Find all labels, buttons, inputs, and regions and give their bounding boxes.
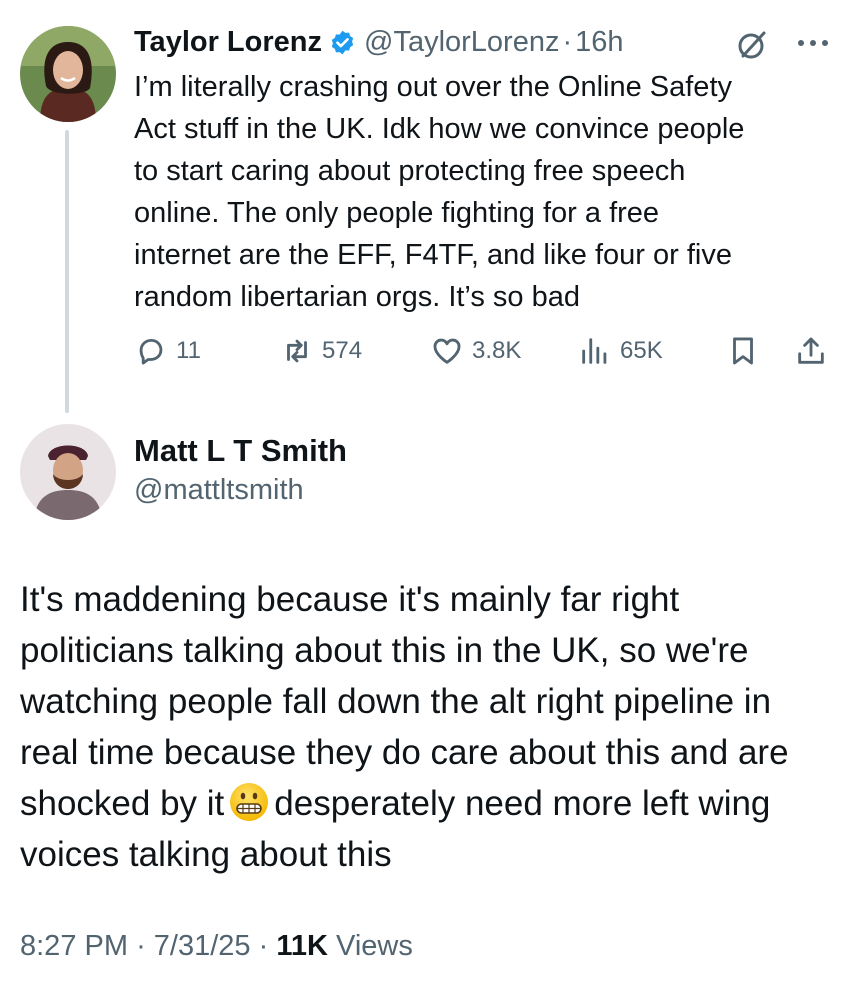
tweet1-header: Taylor Lorenz @TaylorLorenz · 16h [134, 24, 624, 60]
verified-badge-icon [331, 30, 354, 54]
grok-icon[interactable] [734, 27, 770, 63]
repost-button[interactable]: 574 [280, 330, 362, 372]
views-count: 11K [276, 930, 328, 962]
bookmark-icon [733, 337, 753, 365]
reply-button[interactable]: 11 [134, 330, 201, 372]
author-name[interactable]: Taylor Lorenz [134, 26, 322, 59]
tweet-time[interactable]: 8:27 PM [20, 930, 128, 962]
view-count: 65K [620, 337, 663, 364]
avatar-matt-l-t-smith[interactable] [20, 424, 116, 520]
more-options-icon[interactable] [793, 28, 833, 58]
share-button[interactable] [794, 330, 836, 372]
reply-count: 11 [176, 337, 201, 364]
author-name[interactable]: Matt L T Smith [134, 433, 347, 469]
separator-dot: · [258, 930, 269, 962]
reply-icon [139, 338, 163, 365]
tweet1-text: I’m literally crashing out over the Onli… [134, 71, 745, 313]
author-handle[interactable]: @TaylorLorenz [364, 26, 559, 59]
views-label: Views [336, 930, 413, 962]
like-button[interactable]: 3.8K [430, 330, 521, 372]
separator-dot: · [562, 25, 573, 58]
bookmark-button[interactable] [726, 330, 768, 372]
tweet-meta: 8:27 PM · 7/31/25 · 11K Views [20, 930, 413, 963]
repost-icon [287, 339, 307, 363]
tweet1-actions: 11 574 3.8K 65K [134, 330, 834, 372]
author-handle[interactable]: @mattltsmith [134, 474, 304, 507]
grimacing-face-emoji-icon [230, 783, 269, 821]
views-button[interactable]: 65K [578, 330, 663, 372]
thread-connector-line [65, 130, 69, 413]
tweet-date[interactable]: 7/31/25 [154, 930, 251, 962]
tweet-time[interactable]: 16h [575, 26, 623, 59]
avatar-taylor-lorenz[interactable] [20, 26, 116, 122]
heart-icon [433, 338, 461, 364]
share-icon [798, 337, 824, 364]
separator-dot: · [136, 930, 146, 962]
repost-count: 574 [322, 337, 363, 364]
tweet2-text: It's maddening because it's mainly far r… [20, 574, 840, 880]
like-count: 3.8K [472, 337, 522, 364]
analytics-icon [582, 338, 607, 364]
